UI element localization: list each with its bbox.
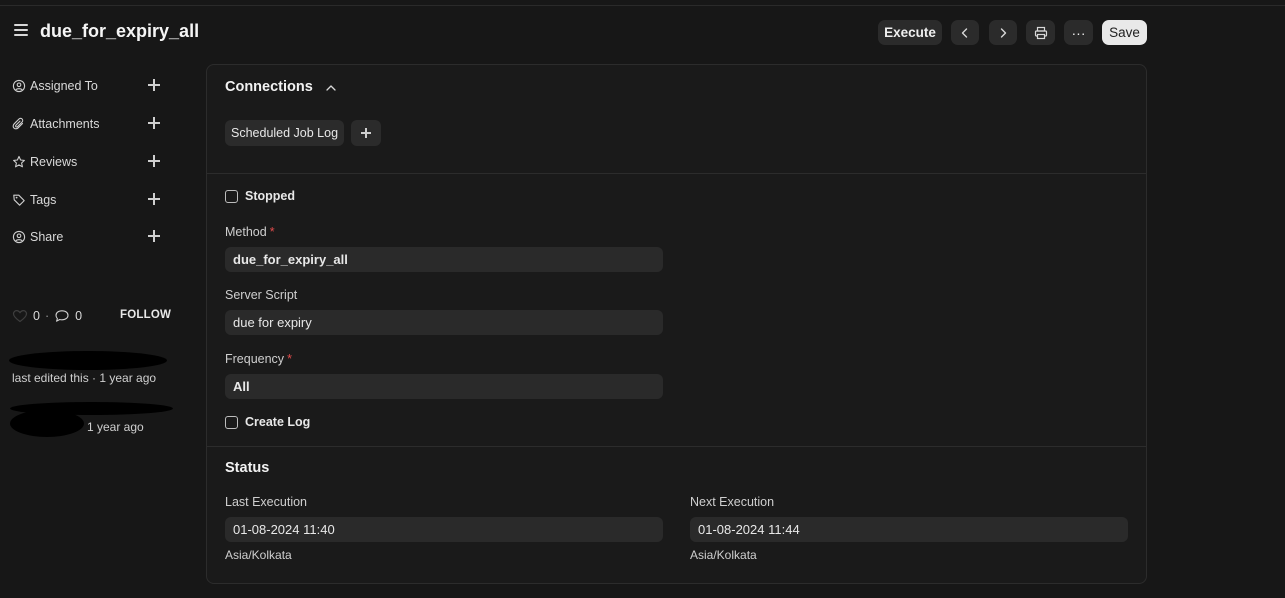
add-connection-button[interactable] [351, 120, 381, 146]
redacted-creator-name-extra [10, 410, 84, 437]
execute-button[interactable]: Execute [878, 20, 942, 45]
more-options-button[interactable]: ··· [1064, 20, 1093, 45]
like-count: 0 [33, 309, 40, 323]
chevron-up-icon[interactable] [325, 82, 337, 94]
sidebar-item-assigned-to[interactable]: Assigned To [12, 76, 167, 96]
method-input[interactable] [225, 247, 663, 272]
separator-dot: · [44, 309, 50, 323]
server-script-label: Server Script [225, 288, 298, 302]
sidebar-item-tags[interactable]: Tags [12, 190, 167, 210]
last-execution-label: Last Execution [225, 495, 307, 509]
server-script-input[interactable] [225, 310, 663, 335]
next-execution-timezone: Asia/Kolkata [690, 548, 757, 562]
add-tag-plus-icon[interactable] [147, 192, 161, 206]
created-time-text: 1 year ago [87, 420, 144, 434]
method-label: Method * [225, 225, 275, 239]
frequency-select[interactable] [225, 374, 663, 399]
last-execution-input[interactable] [225, 517, 663, 542]
status-title: Status [225, 460, 270, 476]
chevron-right-icon [1000, 27, 1007, 38]
sidebar-item-label: Attachments [30, 117, 100, 131]
add-share-plus-icon[interactable] [147, 229, 161, 243]
follow-button[interactable]: FOLLOW [120, 309, 171, 321]
printer-icon [1034, 26, 1047, 39]
save-button[interactable]: Save [1102, 20, 1147, 45]
last-execution-timezone: Asia/Kolkata [225, 548, 292, 562]
connections-title[interactable]: Connections [225, 79, 313, 95]
add-review-plus-icon[interactable] [147, 154, 161, 168]
sidebar-item-attachments[interactable]: Attachments [12, 114, 167, 134]
connection-chip-scheduled-job-log[interactable]: Scheduled Job Log [225, 120, 345, 146]
sidebar-item-label: Assigned To [30, 79, 98, 93]
form-card: Connections Scheduled Job Log Stopped Me… [206, 64, 1147, 584]
required-mark: * [287, 352, 292, 366]
sidebar: Assigned To Attachments Reviews Tags Sha… [0, 0, 200, 598]
previous-button[interactable] [951, 20, 979, 45]
section-divider [207, 446, 1146, 447]
share-user-icon [12, 230, 26, 244]
paperclip-icon [12, 117, 26, 131]
next-execution-input[interactable] [690, 517, 1128, 542]
sidebar-item-share[interactable]: Share [12, 227, 167, 247]
stopped-checkbox-row[interactable]: Stopped [225, 189, 295, 203]
comment-count: 0 [75, 309, 83, 323]
next-execution-label: Next Execution [690, 495, 775, 509]
add-assignment-plus-icon[interactable] [147, 78, 161, 92]
create-log-checkbox-row[interactable]: Create Log [225, 415, 310, 429]
star-icon [12, 155, 26, 169]
chevron-left-icon [961, 27, 968, 38]
sidebar-item-reviews[interactable]: Reviews [12, 152, 167, 172]
sidebar-item-label: Share [30, 230, 64, 244]
stopped-checkbox[interactable] [225, 189, 238, 203]
stopped-label: Stopped [245, 189, 295, 203]
add-attachment-plus-icon[interactable] [147, 116, 161, 130]
assign-user-icon [12, 79, 26, 93]
section-divider [207, 173, 1146, 174]
frequency-label: Frequency * [225, 352, 292, 366]
redacted-user-name [9, 351, 167, 370]
required-mark: * [269, 225, 275, 239]
sidebar-item-label: Reviews [30, 155, 78, 169]
next-button[interactable] [989, 20, 1017, 45]
comment-icon[interactable] [54, 309, 70, 323]
create-log-checkbox[interactable] [225, 415, 238, 429]
sidebar-item-label: Tags [30, 193, 57, 207]
print-button[interactable] [1026, 20, 1055, 45]
heart-icon[interactable] [12, 309, 28, 323]
tag-icon [12, 193, 26, 207]
last-edited-text: last edited this · 1 year ago [12, 371, 157, 385]
create-log-label: Create Log [245, 415, 311, 429]
